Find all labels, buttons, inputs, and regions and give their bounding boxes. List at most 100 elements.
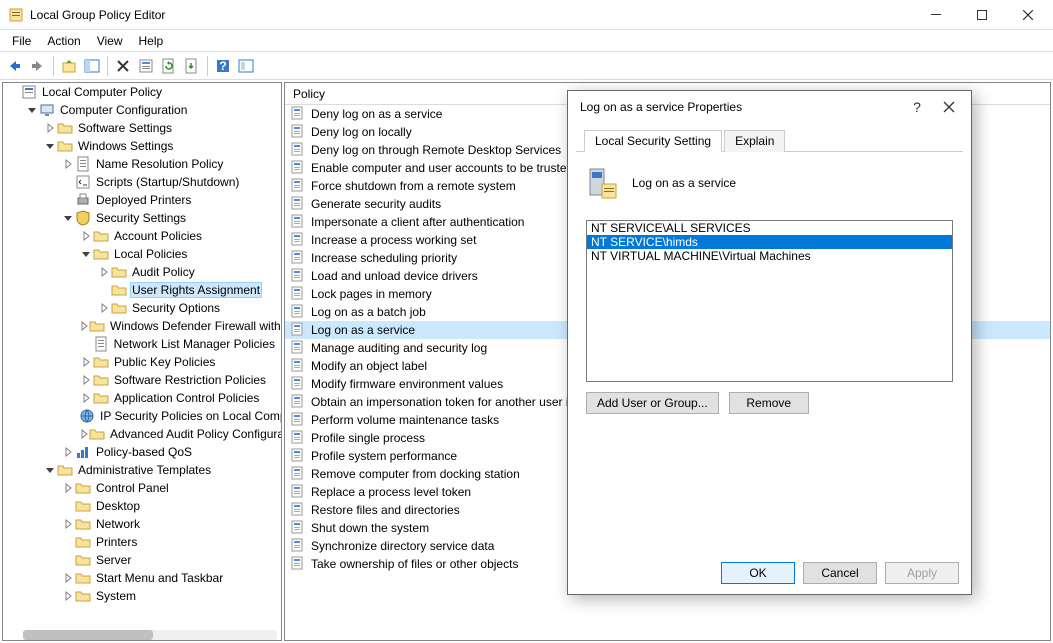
menu-view[interactable]: View [89,32,131,50]
tree-server[interactable]: Server [3,551,281,569]
principal-item[interactable]: NT SERVICE\ALL SERVICES [587,221,952,235]
policy-item-label: Log on as a service [311,323,415,337]
tree-user-rights-assignment[interactable]: User Rights Assignment [3,281,281,299]
tree-name-resolution-policy[interactable]: Name Resolution Policy [3,155,281,173]
expand-icon[interactable] [79,231,93,241]
policy-item-icon [291,502,307,518]
policy-item-label: Restore files and directories [311,503,460,517]
tree-node-icon [93,228,109,244]
tree-deployed-printers[interactable]: Deployed Printers [3,191,281,209]
refresh-button[interactable] [158,55,180,77]
dialog-title: Log on as a service Properties [580,100,901,114]
filter-button[interactable] [235,55,257,77]
tree-control-panel[interactable]: Control Panel [3,479,281,497]
collapse-icon[interactable] [43,465,57,475]
expand-icon[interactable] [79,375,93,385]
expand-icon[interactable] [97,267,111,277]
tree-network[interactable]: Network [3,515,281,533]
tree-hscrollbar[interactable] [23,630,277,640]
expand-icon[interactable] [79,321,89,331]
tree-ip-security-policies[interactable]: IP Security Policies on Local Computer [3,407,281,425]
menu-action[interactable]: Action [39,32,88,50]
ok-button[interactable]: OK [721,562,795,584]
tree-start-menu-taskbar[interactable]: Start Menu and Taskbar [3,569,281,587]
back-button[interactable] [4,55,26,77]
collapse-icon[interactable] [25,105,39,115]
tree-node-icon [89,318,105,334]
expand-icon[interactable] [97,303,111,313]
policy-item-label: Increase scheduling priority [311,251,457,265]
tree-windows-defender-firewall[interactable]: Windows Defender Firewall with Advanced … [3,317,281,335]
remove-button[interactable]: Remove [729,392,809,414]
minimize-button[interactable] [913,0,959,30]
tree-administrative-templates[interactable]: Administrative Templates [3,461,281,479]
tree-system[interactable]: System [3,587,281,605]
tree-software-restriction-policies[interactable]: Software Restriction Policies [3,371,281,389]
tree-node-label: Software Settings [76,121,174,135]
collapse-icon[interactable] [79,249,93,259]
expand-icon[interactable] [61,447,75,457]
expand-icon[interactable] [43,123,57,133]
tree-node-icon [93,354,109,370]
tree-scripts[interactable]: Scripts (Startup/Shutdown) [3,173,281,191]
menu-file[interactable]: File [4,32,39,50]
tab-local-security-setting[interactable]: Local Security Setting [584,130,722,152]
properties-button[interactable] [135,55,157,77]
tree-printers[interactable]: Printers [3,533,281,551]
expand-icon[interactable] [61,159,75,169]
help-button[interactable]: ? [212,55,234,77]
collapse-icon[interactable] [43,141,57,151]
maximize-button[interactable] [959,0,1005,30]
tree-node-icon [75,570,91,586]
policy-item-icon [291,250,307,266]
principals-listbox[interactable]: NT SERVICE\ALL SERVICESNT SERVICE\himdsN… [586,220,953,382]
tree-desktop[interactable]: Desktop [3,497,281,515]
forward-button[interactable] [27,55,49,77]
tree-security-settings[interactable]: Security Settings [3,209,281,227]
svg-text:?: ? [219,59,226,73]
tree-software-settings[interactable]: Software Settings [3,119,281,137]
tab-explain[interactable]: Explain [724,130,785,152]
expand-icon[interactable] [61,591,75,601]
tree-policy-based-qos[interactable]: Policy-based QoS [3,443,281,461]
tree-advanced-audit-policy[interactable]: Advanced Audit Policy Configuration [3,425,281,443]
show-hide-tree-button[interactable] [81,55,103,77]
close-button[interactable] [1005,0,1051,30]
tree-audit-policy[interactable]: Audit Policy [3,263,281,281]
tree-node-icon [57,120,73,136]
dialog-close-button[interactable] [933,93,965,121]
expand-icon[interactable] [79,429,89,439]
expand-icon[interactable] [79,357,93,367]
tree-security-options[interactable]: Security Options [3,299,281,317]
tree-windows-settings[interactable]: Windows Settings [3,137,281,155]
export-button[interactable] [181,55,203,77]
tree-computer-configuration[interactable]: Computer Configuration [3,101,281,119]
tree-local-policies[interactable]: Local Policies [3,245,281,263]
principal-item[interactable]: NT SERVICE\himds [587,235,952,249]
tree-account-policies[interactable]: Account Policies [3,227,281,245]
apply-button[interactable]: Apply [885,562,959,584]
up-button[interactable] [58,55,80,77]
tree-node-label: Local Computer Policy [40,85,164,99]
cancel-button[interactable]: Cancel [803,562,877,584]
expand-icon[interactable] [61,573,75,583]
tree-root[interactable]: Local Computer Policy [3,83,281,101]
expand-icon[interactable] [61,483,75,493]
menu-help[interactable]: Help [131,32,172,50]
tree-application-control-policies[interactable]: Application Control Policies [3,389,281,407]
app-icon [8,7,24,23]
add-user-or-group-button[interactable]: Add User or Group... [586,392,719,414]
tree-public-key-policies[interactable]: Public Key Policies [3,353,281,371]
tree-node-icon [93,336,109,352]
collapse-icon[interactable] [61,213,75,223]
tree-network-list-manager[interactable]: Network List Manager Policies [3,335,281,353]
delete-button[interactable] [112,55,134,77]
policy-item-label: Perform volume maintenance tasks [311,413,499,427]
tree-node-label: Software Restriction Policies [112,373,268,387]
tree-node-label: Public Key Policies [112,355,217,369]
tree-pane[interactable]: Local Computer Policy Computer Configurat… [2,82,282,641]
expand-icon[interactable] [61,519,75,529]
dialog-help-button[interactable]: ? [901,93,933,121]
principal-item[interactable]: NT VIRTUAL MACHINE\Virtual Machines [587,249,952,263]
expand-icon[interactable] [79,393,93,403]
